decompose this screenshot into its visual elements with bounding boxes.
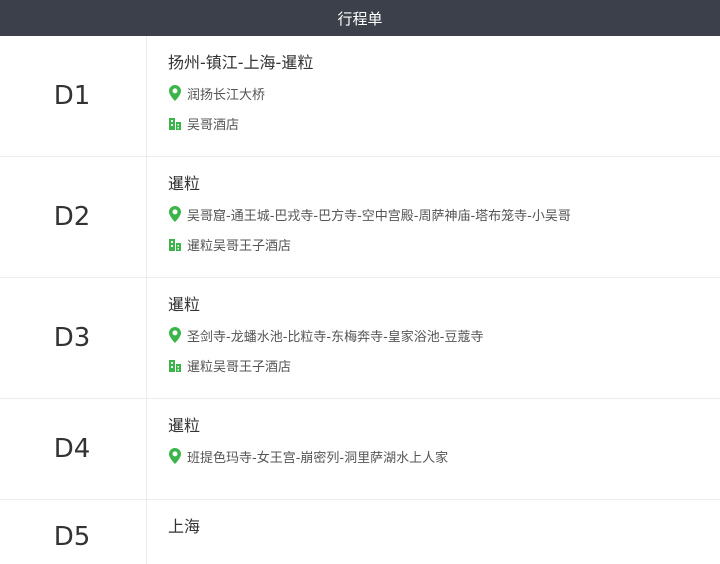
- day-label: D2: [0, 157, 147, 277]
- day-content: 扬州-镇江-上海-暹粒 润扬长江大桥 吴哥酒店: [147, 36, 720, 156]
- day-row-d2: D2 暹粒 吴哥窟-通王城-巴戎寺-巴方寺-空中宫殿-周萨神庙-塔布笼寺-小吴哥…: [0, 157, 720, 278]
- location-pin-icon: [168, 85, 182, 101]
- hotel-line: 暹粒吴哥王子酒店: [168, 234, 720, 254]
- day-content: 暹粒 班提色玛寺-女王宫-崩密列-洞里萨湖水上人家: [147, 399, 720, 499]
- day-label: D4: [0, 399, 147, 499]
- day-label: D3: [0, 278, 147, 398]
- places-line: 吴哥窟-通王城-巴戎寺-巴方寺-空中宫殿-周萨神庙-塔布笼寺-小吴哥: [168, 204, 720, 224]
- places-line: 润扬长江大桥: [168, 83, 720, 103]
- hotel-text: 暹粒吴哥王子酒店: [187, 359, 292, 375]
- places-text: 吴哥窟-通王城-巴戎寺-巴方寺-空中宫殿-周萨神庙-塔布笼寺-小吴哥: [187, 208, 571, 224]
- day-route: 暹粒: [168, 416, 201, 435]
- day-content: 暹粒 圣剑寺-龙蟠水池-比粒寺-东梅奔寺-皇家浴池-豆蔻寺 暹粒吴哥王子酒店: [147, 278, 720, 398]
- day-row-d1: D1 扬州-镇江-上海-暹粒 润扬长江大桥 吴哥酒店: [0, 36, 720, 157]
- itinerary-list: D1 扬州-镇江-上海-暹粒 润扬长江大桥 吴哥酒店 D2 暹粒 吴哥窟-通王城…: [0, 36, 720, 564]
- day-route: 暹粒: [168, 295, 201, 314]
- hotel-line: 暹粒吴哥王子酒店: [168, 355, 720, 375]
- page-title: 行程单: [337, 9, 383, 28]
- day-route: 扬州-镇江-上海-暹粒: [168, 53, 314, 72]
- day-route: 暹粒: [168, 174, 201, 193]
- places-line: 班提色玛寺-女王宫-崩密列-洞里萨湖水上人家: [168, 446, 720, 466]
- hotel-text: 吴哥酒店: [187, 117, 240, 133]
- day-content: 暹粒 吴哥窟-通王城-巴戎寺-巴方寺-空中宫殿-周萨神庙-塔布笼寺-小吴哥 暹粒…: [147, 157, 720, 277]
- day-content: 上海: [147, 500, 720, 564]
- day-row-d5: D5 上海: [0, 500, 720, 564]
- hotel-line: 吴哥酒店: [168, 113, 720, 133]
- building-icon: [168, 236, 182, 252]
- location-pin-icon: [168, 206, 182, 222]
- day-label: D1: [0, 36, 147, 156]
- building-icon: [168, 357, 182, 373]
- day-label: D5: [0, 500, 147, 564]
- hotel-text: 暹粒吴哥王子酒店: [187, 238, 292, 254]
- location-pin-icon: [168, 327, 182, 343]
- page-header: 行程单: [0, 0, 720, 36]
- location-pin-icon: [168, 448, 182, 464]
- day-row-d4: D4 暹粒 班提色玛寺-女王宫-崩密列-洞里萨湖水上人家: [0, 399, 720, 500]
- building-icon: [168, 115, 182, 131]
- places-text: 班提色玛寺-女王宫-崩密列-洞里萨湖水上人家: [187, 450, 449, 466]
- places-text: 圣剑寺-龙蟠水池-比粒寺-东梅奔寺-皇家浴池-豆蔻寺: [187, 329, 484, 345]
- day-route: 上海: [168, 517, 201, 536]
- places-text: 润扬长江大桥: [187, 87, 266, 103]
- day-row-d3: D3 暹粒 圣剑寺-龙蟠水池-比粒寺-东梅奔寺-皇家浴池-豆蔻寺 暹粒吴哥王子酒…: [0, 278, 720, 399]
- places-line: 圣剑寺-龙蟠水池-比粒寺-东梅奔寺-皇家浴池-豆蔻寺: [168, 325, 720, 345]
